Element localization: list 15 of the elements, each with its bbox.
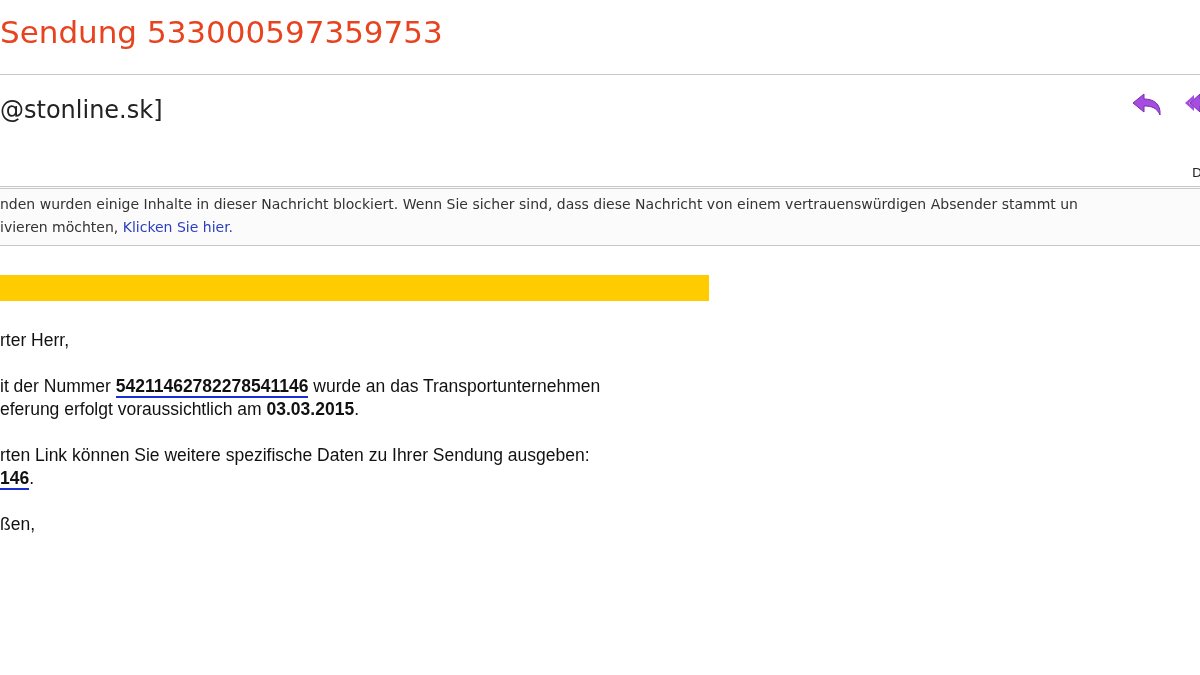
tracking-link[interactable]: 146	[0, 468, 30, 490]
body-text: ßen,	[0, 514, 36, 534]
body-text: rten Link können Sie weitere spezifische Daten zu Ihrer Sendung ausgeben:	[0, 445, 590, 465]
notice-text: ivieren möchten,	[0, 219, 120, 235]
tracking-link[interactable]: 54211462782278541146	[115, 376, 309, 398]
body-text: eferung erfolgt voraussichtlich am 03.03.2015.	[0, 399, 359, 419]
body-text: wurde an das Transportunternehmen	[312, 376, 601, 396]
email-subject: Sendung 533000597359753	[0, 13, 444, 52]
show-content-link[interactable]: Klicken Sie hier.	[122, 219, 234, 235]
body-text: rter Herr,	[0, 330, 70, 350]
notice-text: nden wurden einige Inhalte in dieser Nachricht blockiert. Wenn Sie sicher sind, dass diese Nachricht von einem vertrauenswürdigen Absender stammt un	[0, 196, 1078, 212]
reply-icon[interactable]	[1132, 93, 1162, 117]
sender-address: @stonline.sk]	[0, 95, 163, 126]
body-text: it der Nummer	[0, 376, 112, 396]
body-text: .	[29, 468, 35, 488]
